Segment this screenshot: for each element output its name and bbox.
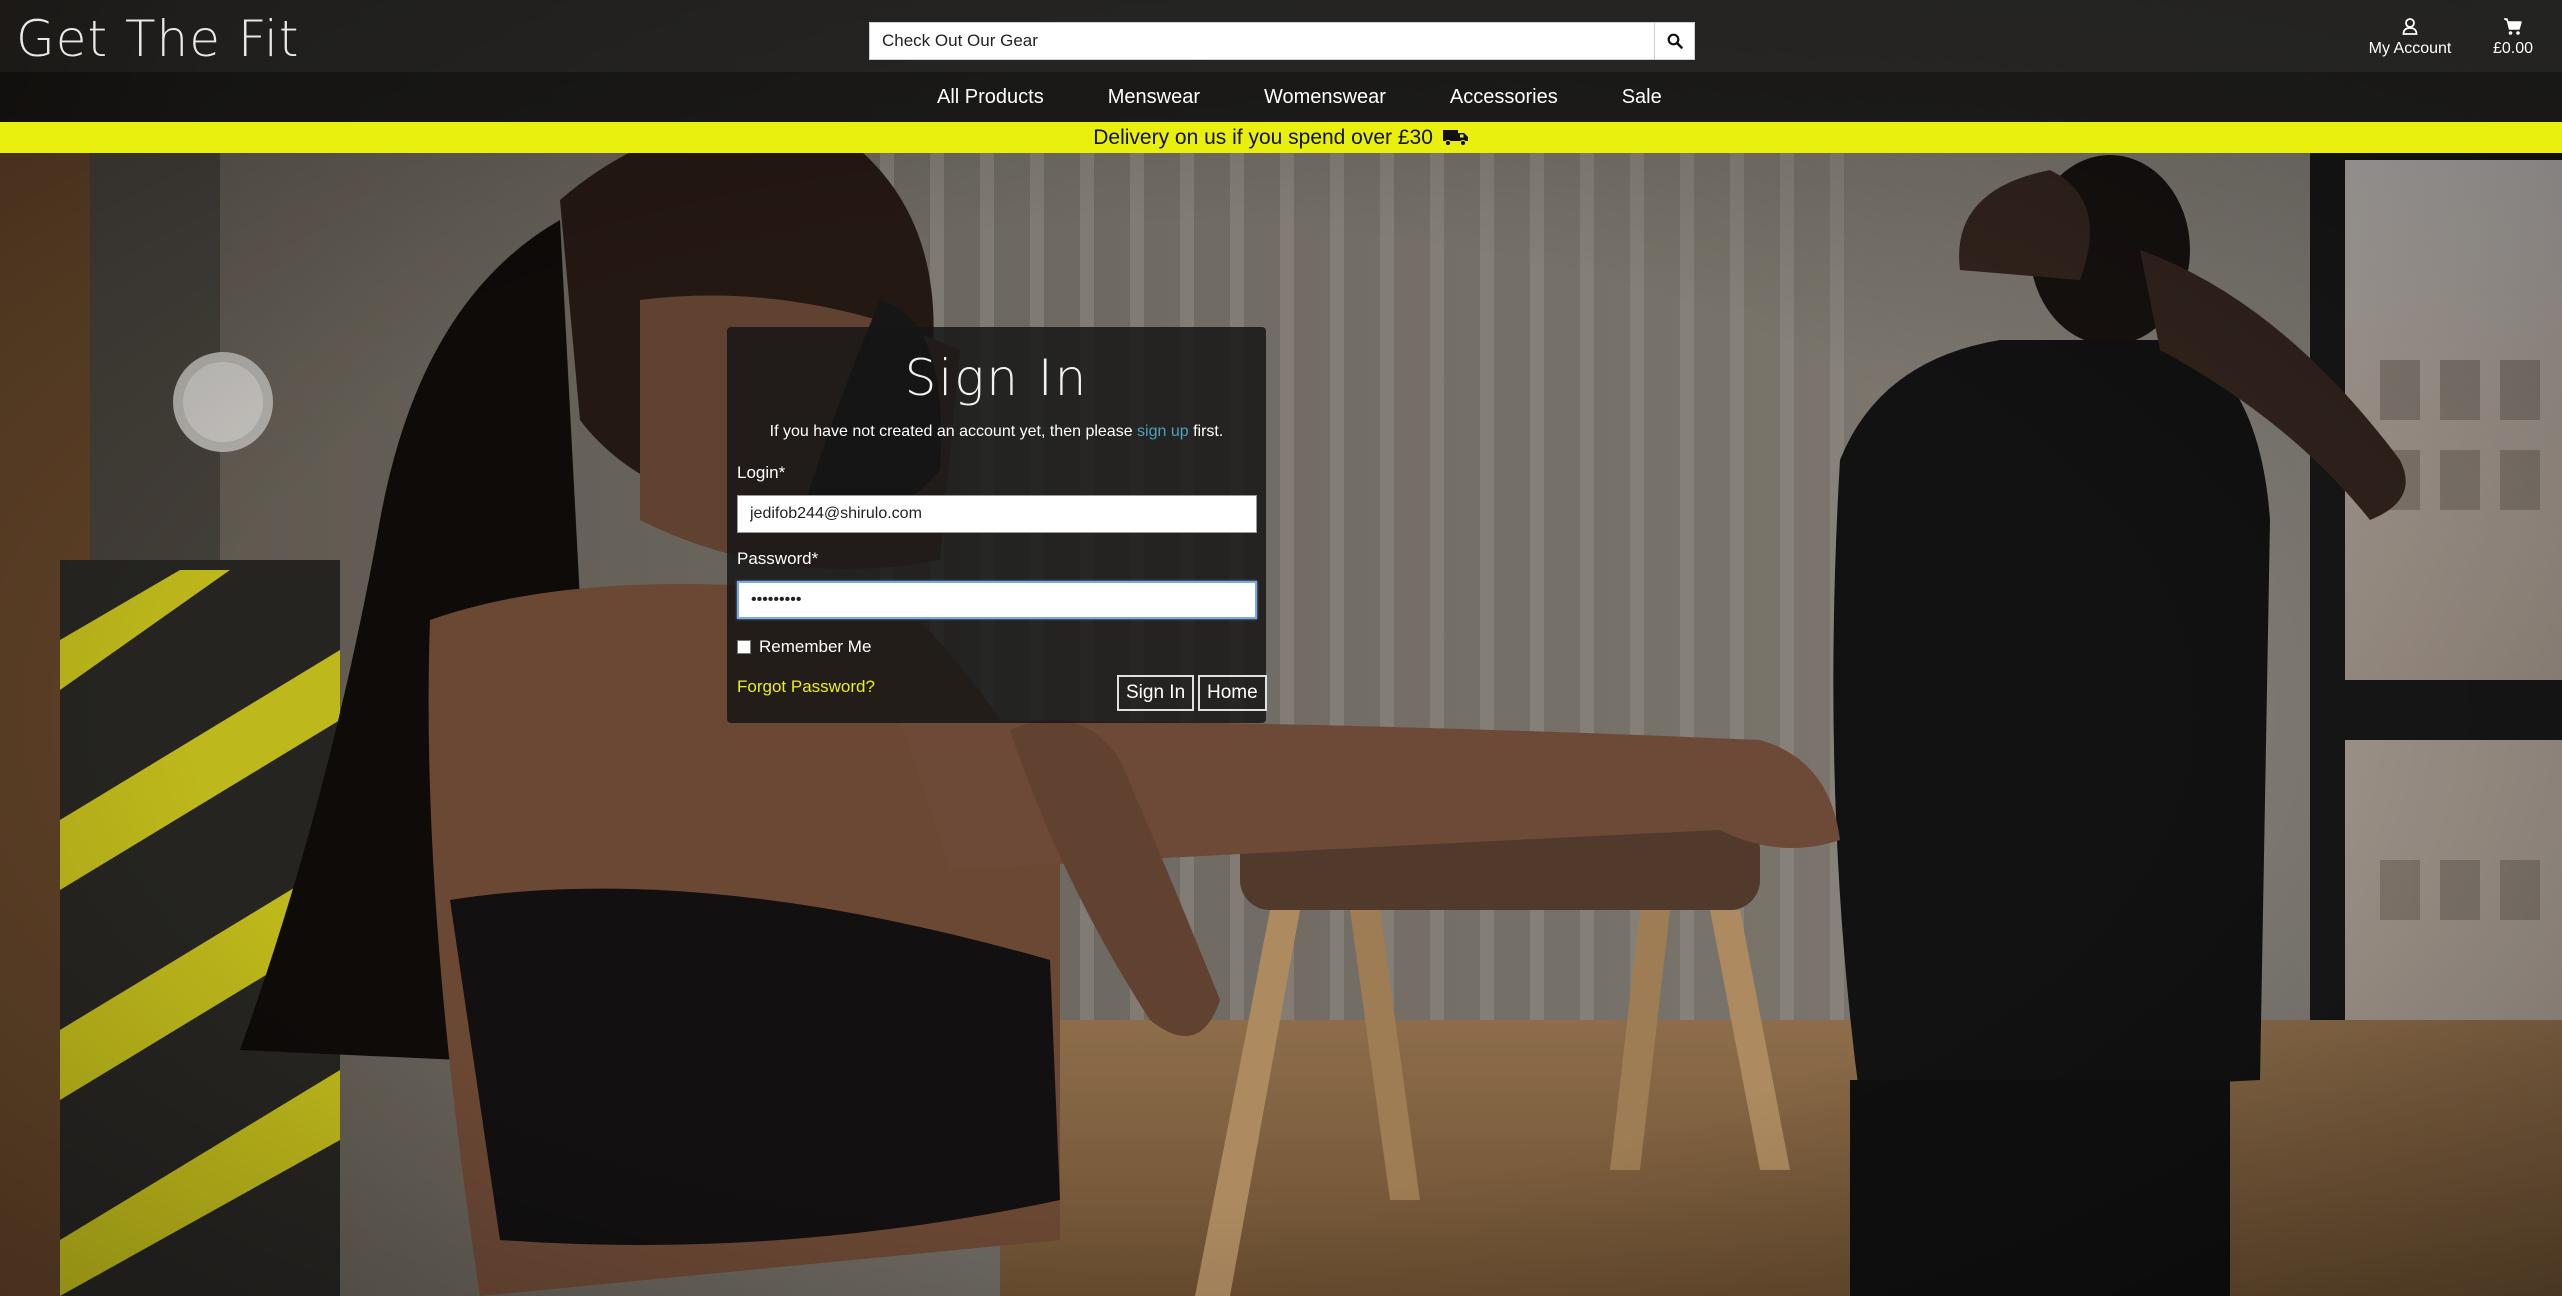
cart-link[interactable]: £0.00	[2488, 16, 2538, 58]
search-icon	[1667, 33, 1683, 49]
nav-item-sale[interactable]: Sale	[1590, 72, 1694, 122]
forgot-password-link[interactable]: Forgot Password?	[737, 677, 875, 697]
my-account-label: My Account	[2368, 40, 2452, 57]
password-label: Password*	[737, 549, 819, 568]
search-bar	[869, 22, 1695, 60]
intro-text: If you have not created an account yet, …	[769, 423, 1133, 440]
intro-text-end: first.	[1193, 423, 1224, 440]
sign-in-intro: If you have not created an account yet, …	[727, 423, 1266, 441]
my-account-link[interactable]: My Account	[2360, 16, 2460, 58]
nav-item-womenswear[interactable]: Womenswear	[1232, 72, 1418, 122]
remember-me-label: Remember Me	[759, 637, 872, 656]
remember-me-row: Remember Me	[737, 637, 871, 657]
delivery-banner: Delivery on us if you spend over £30	[0, 122, 2562, 153]
nav-item-all-products[interactable]: All Products	[937, 72, 1076, 122]
site-header: Get The Fit My Account £0.00	[0, 0, 2562, 72]
hero-background-image	[0, 0, 2562, 1296]
search-button[interactable]	[1654, 23, 1694, 59]
truck-icon	[1442, 130, 1468, 147]
login-label: Login*	[737, 463, 786, 482]
sign-in-title: Sign In	[904, 349, 1089, 407]
search-input[interactable]	[870, 23, 1654, 59]
cart-total: £0.00	[2492, 40, 2534, 57]
nav-item-accessories[interactable]: Accessories	[1418, 72, 1590, 122]
site-logo[interactable]: Get The Fit	[16, 6, 300, 72]
user-icon	[2402, 18, 2418, 35]
nav-item-menswear[interactable]: Menswear	[1076, 72, 1232, 122]
sign-in-button[interactable]: Sign In	[1117, 675, 1195, 711]
shopping-cart-icon	[2504, 18, 2522, 35]
remember-me-checkbox[interactable]	[737, 640, 751, 654]
password-field[interactable]	[737, 581, 1257, 619]
home-button[interactable]: Home	[1198, 675, 1267, 711]
main-nav: All Products Menswear Womenswear Accesso…	[0, 72, 2562, 122]
sign-in-card: Sign In If you have not created an accou…	[727, 327, 1267, 723]
delivery-banner-text: Delivery on us if you spend over £30	[1093, 126, 1433, 149]
sign-up-link[interactable]: sign up	[1137, 423, 1189, 440]
login-field[interactable]	[737, 495, 1257, 533]
